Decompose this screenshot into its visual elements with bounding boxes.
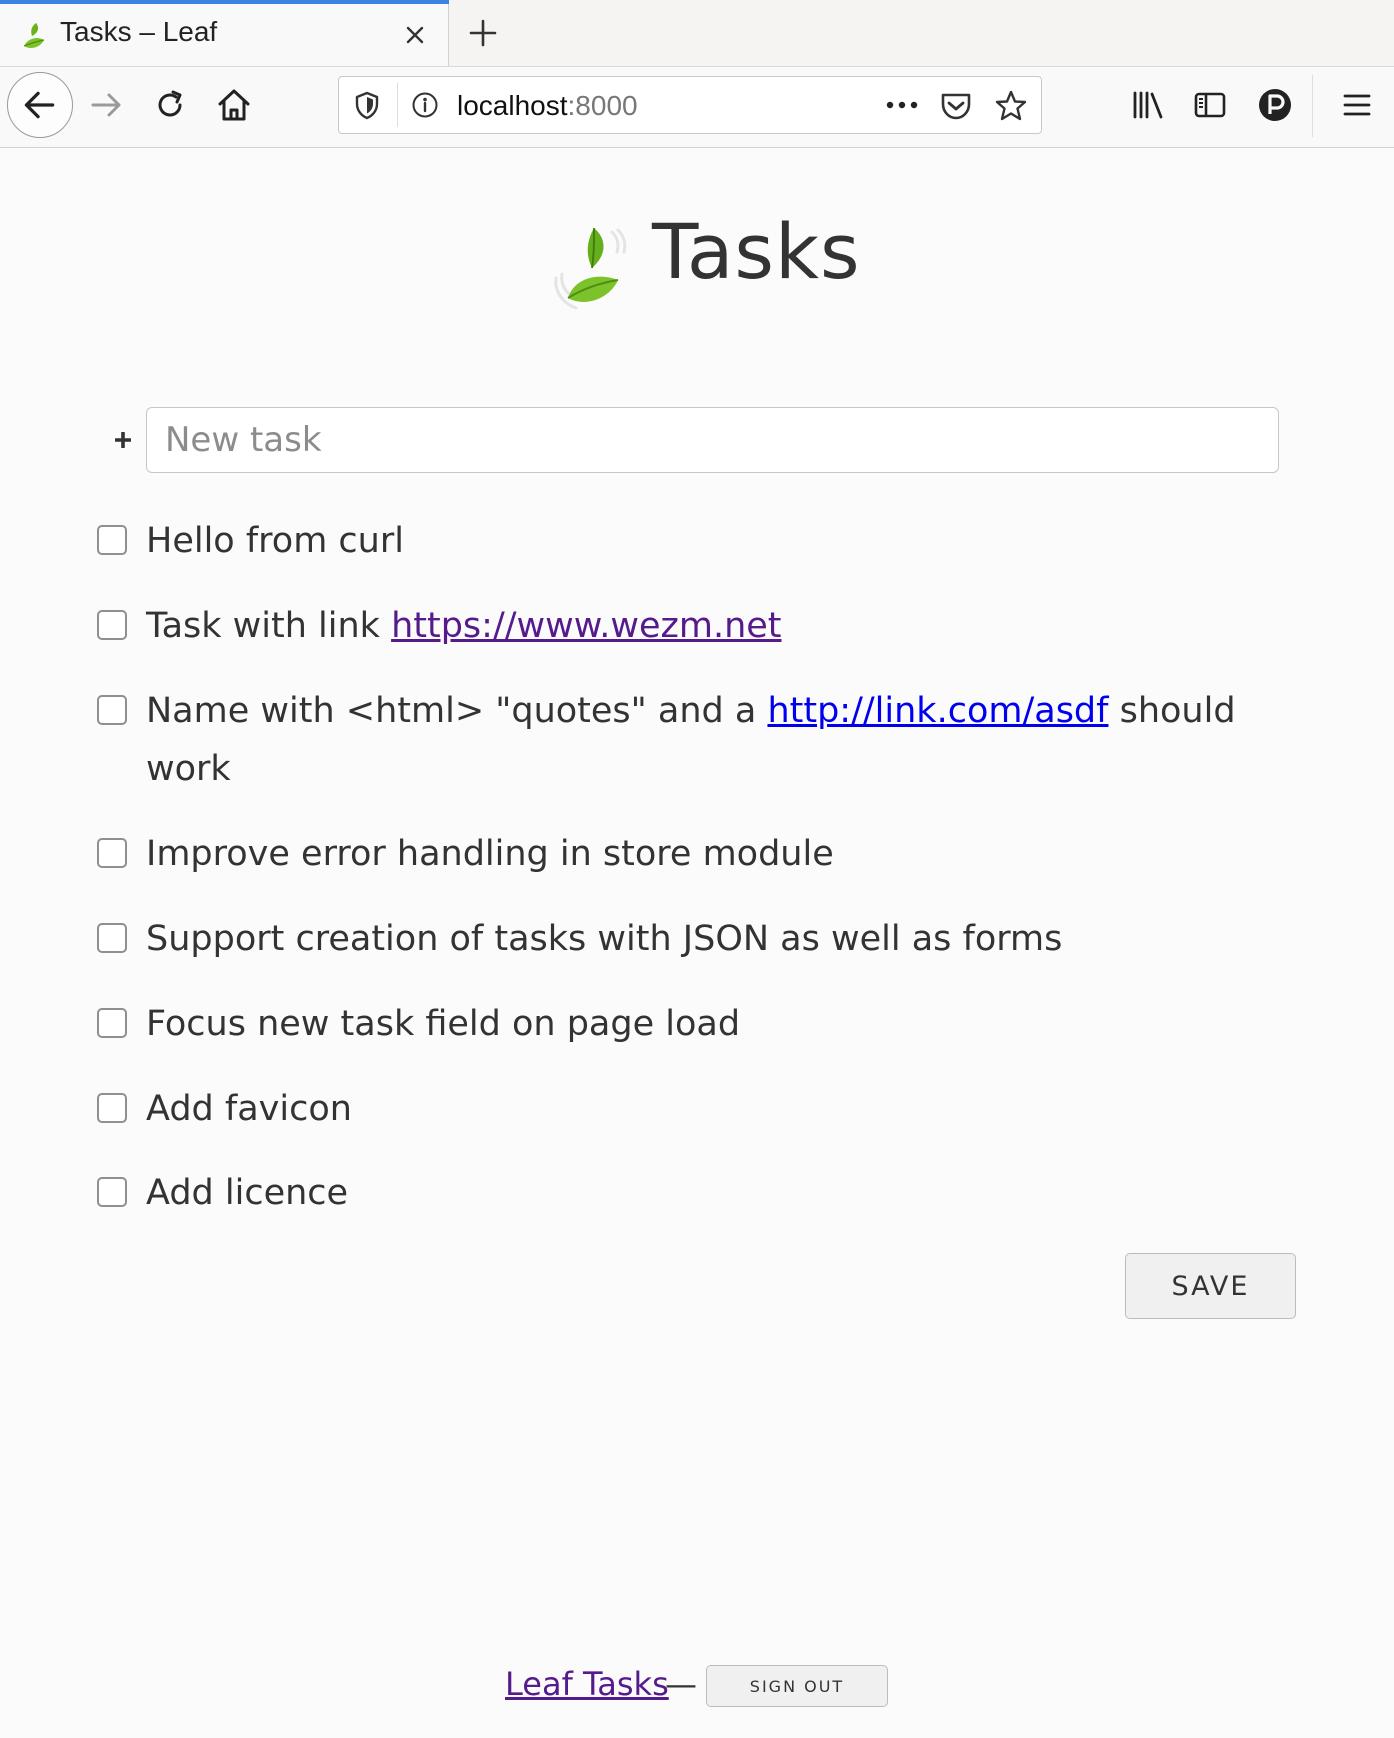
page-title: Tasks: [652, 207, 861, 296]
task-checkbox[interactable]: [97, 695, 127, 725]
menu-icon[interactable]: [1340, 87, 1374, 123]
add-icon[interactable]: [466, 16, 500, 50]
forward-arrow-icon[interactable]: [88, 87, 124, 123]
task-label: Add licence: [146, 1173, 349, 1213]
new-task-input[interactable]: [146, 407, 1279, 473]
save-button[interactable]: SAVE: [1125, 1253, 1296, 1319]
task-label: Improve error handling in store module: [146, 834, 834, 874]
tab-tasks-leaf[interactable]: Tasks – Leaf: [0, 0, 449, 66]
task-label: Focus new task field on page load: [146, 1004, 741, 1044]
library-icon[interactable]: [1130, 87, 1166, 123]
star-icon[interactable]: [994, 89, 1028, 123]
tab-bar: Tasks – Leaf: [0, 0, 1394, 67]
leaf-favicon-icon: [23, 23, 45, 48]
more-icon[interactable]: [884, 98, 920, 112]
url-bar[interactable]: localhost:8000: [338, 76, 1042, 134]
reload-icon[interactable]: [152, 87, 188, 123]
tab-title: Tasks – Leaf: [60, 16, 218, 47]
back-arrow-icon: [24, 91, 55, 119]
task-checkbox[interactable]: [97, 610, 127, 640]
task-link[interactable]: https://www.wezm.net: [391, 606, 781, 646]
toolbar-divider: [1312, 75, 1313, 137]
task-checkbox[interactable]: [97, 1008, 127, 1038]
footer: Leaf Tasks — SIGN OUT: [0, 1660, 1394, 1720]
tab-active-indicator: [0, 0, 449, 4]
sign-out-button[interactable]: SIGN OUT: [706, 1665, 888, 1707]
task-label: Task with link https://www.wezm.net: [146, 597, 1236, 655]
task-checkbox[interactable]: [97, 525, 127, 555]
back-button[interactable]: [7, 72, 73, 138]
task-label-text: Task with link: [146, 606, 392, 646]
task-label-text: Name with <html> "quotes" and a: [146, 691, 768, 731]
task-link[interactable]: http://link.com/asdf: [767, 691, 1108, 731]
task-label: Support creation of tasks with JSON as w…: [146, 919, 1063, 959]
footer-separator: —: [665, 1665, 697, 1703]
url-text[interactable]: localhost:8000: [457, 90, 638, 122]
shield-icon[interactable]: [353, 90, 381, 120]
close-icon[interactable]: [400, 20, 430, 50]
home-icon[interactable]: [216, 86, 252, 124]
info-icon[interactable]: [411, 91, 439, 119]
sidebar-icon[interactable]: [1192, 87, 1228, 123]
url-port: :8000: [567, 90, 638, 121]
leaf-logo-icon: [554, 227, 627, 310]
account-icon[interactable]: [1256, 86, 1294, 124]
page-header: Tasks: [0, 210, 1394, 310]
navigation-toolbar: localhost:8000: [0, 67, 1394, 148]
pocket-icon[interactable]: [939, 90, 973, 122]
task-checkbox[interactable]: [97, 923, 127, 953]
task-checkbox[interactable]: [97, 1093, 127, 1123]
task-label: Add favicon: [146, 1089, 352, 1129]
task-label: Hello from curl: [146, 521, 404, 561]
url-host: localhost: [457, 90, 568, 121]
plus-icon: [115, 432, 131, 448]
task-checkbox[interactable]: [97, 838, 127, 868]
url-separator: [397, 83, 398, 127]
task-checkbox[interactable]: [97, 1177, 127, 1207]
leaf-tasks-link[interactable]: Leaf Tasks: [505, 1665, 669, 1703]
task-label: Name with <html> "quotes" and a http://l…: [146, 682, 1236, 798]
